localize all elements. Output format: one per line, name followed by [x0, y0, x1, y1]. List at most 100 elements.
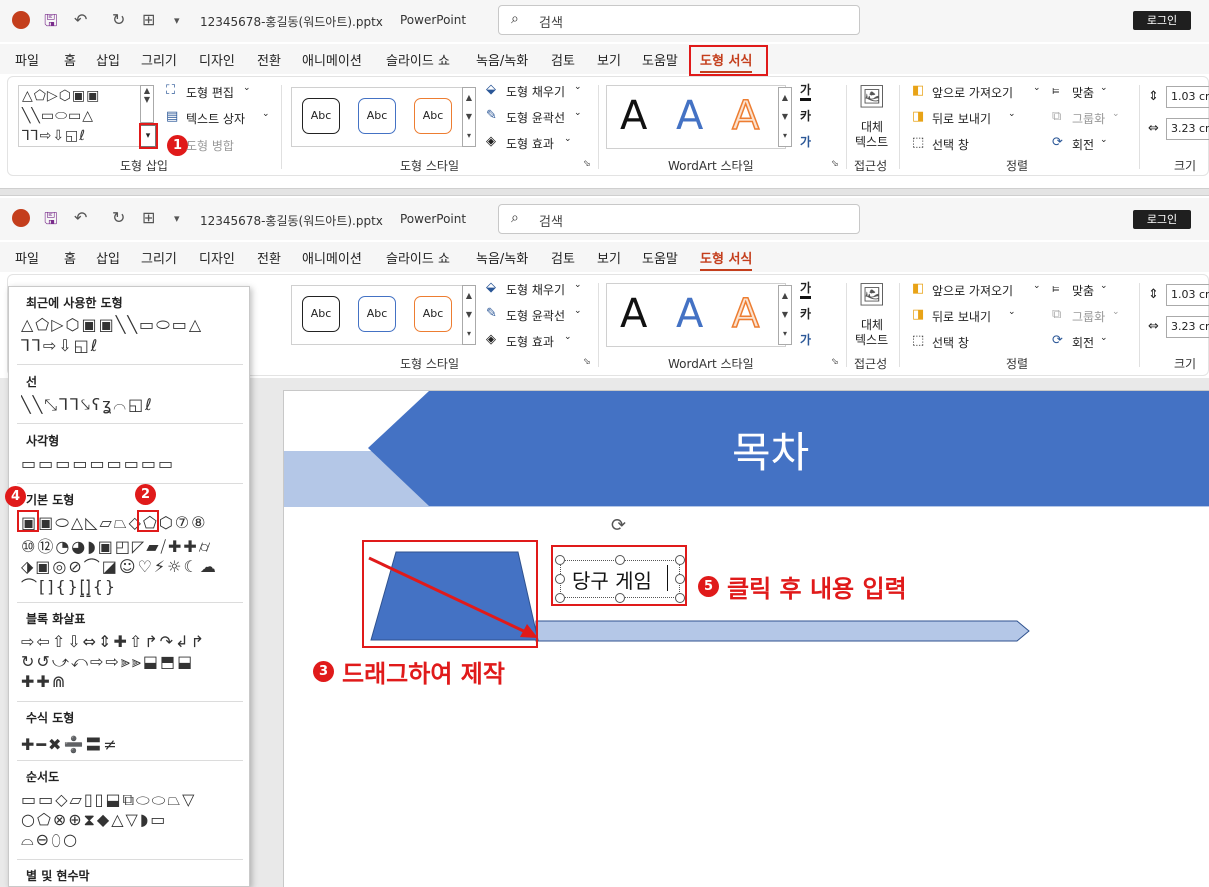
- send-backward-button[interactable]: 뒤로 보내기: [932, 110, 991, 127]
- wordart-orange[interactable]: A: [731, 290, 760, 338]
- shape-styles-scroll[interactable]: ▲ ▼ ▾: [462, 87, 476, 147]
- tab-help[interactable]: 도움말: [642, 50, 678, 69]
- undo-icon[interactable]: ↶: [74, 10, 87, 29]
- text-fill-icon[interactable]: 가: [800, 81, 812, 101]
- align-button[interactable]: 맞춤: [1072, 282, 1094, 299]
- shape-styles-scroll[interactable]: ▲ ▼ ▾: [462, 285, 476, 345]
- wordart-black[interactable]: A: [620, 93, 647, 139]
- save-icon[interactable]: 🖫: [44, 208, 58, 235]
- tab-shape-format[interactable]: 도형 서식: [700, 248, 753, 271]
- shapes-row-flowchart-1[interactable]: ▭▭◇▱▯▯⬓⧉⬭⬭⏢▽: [21, 790, 251, 810]
- style-sample-orange[interactable]: Abc: [414, 98, 452, 134]
- rotate-button[interactable]: 회전: [1072, 334, 1094, 351]
- tab-review[interactable]: 검토: [551, 50, 575, 69]
- wordart-scroll[interactable]: ▲ ▼ ▾: [778, 285, 792, 345]
- undo-icon[interactable]: ↶: [74, 208, 87, 227]
- redo-icon[interactable]: ↻: [112, 10, 125, 29]
- wordart-black[interactable]: A: [620, 291, 647, 337]
- style-sample-orange[interactable]: Abc: [414, 296, 452, 332]
- presentation-icon[interactable]: ⊞: [142, 10, 155, 29]
- width-input[interactable]: 3.23 cm: [1166, 316, 1209, 338]
- text-outline-icon[interactable]: 카: [800, 305, 811, 322]
- shapes-gallery-scroll[interactable]: ▲ ▼: [140, 85, 154, 123]
- shape-fill-button[interactable]: 도형 채우기: [506, 83, 565, 100]
- slide-title[interactable]: 목차: [732, 419, 809, 480]
- shapes-row-recent-2[interactable]: ⅂⅂⇨⇩◱ℓ: [21, 336, 251, 355]
- customize-qa-icon[interactable]: ▾: [174, 14, 180, 27]
- text-effects-icon[interactable]: 가: [800, 331, 811, 348]
- tab-animations[interactable]: 애니메이션: [302, 248, 362, 267]
- tab-slideshow[interactable]: 슬라이드 쇼: [386, 50, 450, 69]
- wordart-blue[interactable]: A: [676, 93, 703, 139]
- shapes-row-recent-1[interactable]: △⬠▷⬡▣▣╲╲▭⬭▭△: [21, 315, 251, 335]
- width-input[interactable]: 3.23 cm: [1166, 118, 1209, 140]
- style-sample-black[interactable]: Abc: [302, 296, 340, 332]
- style-sample-black[interactable]: Abc: [302, 98, 340, 134]
- shapes-row-flowchart-2[interactable]: ○⬠⊗⊕⧗◆△▽◗▭: [21, 810, 251, 830]
- tab-slideshow[interactable]: 슬라이드 쇼: [386, 248, 450, 267]
- shape-outline-button[interactable]: 도형 윤곽선: [506, 307, 565, 324]
- shape-fill-button[interactable]: 도형 채우기: [506, 281, 565, 298]
- tab-draw[interactable]: 그리기: [141, 248, 177, 267]
- shapes-row-basic-4[interactable]: ⌒[]{}⦋⦌{}: [21, 573, 251, 597]
- shapes-row-basic-1[interactable]: ▣▣⬭△◺▱⏢◇⬠⬡⑦⑧: [21, 513, 251, 533]
- height-input[interactable]: 1.03 cm: [1166, 86, 1209, 108]
- rotate-handle-icon[interactable]: ⟳: [611, 515, 626, 536]
- tab-transitions[interactable]: 전환: [257, 248, 281, 267]
- dialog-launcher-icon[interactable]: ⬂: [583, 159, 591, 169]
- text-box-button[interactable]: 텍스트 상자: [186, 110, 245, 127]
- align-button[interactable]: 맞춤: [1072, 84, 1094, 101]
- tab-home[interactable]: 홈: [64, 50, 76, 69]
- text-outline-icon[interactable]: 카: [800, 107, 811, 124]
- tab-recording[interactable]: 녹음/녹화: [476, 248, 528, 267]
- shapes-gallery[interactable]: △⬠▷⬡▣▣ ╲╲▭⬭▭△ ⅂⅂⇨⇩◱ℓ: [18, 85, 148, 147]
- search-input[interactable]: ⌕ 검색: [498, 204, 860, 234]
- shape-outline-button[interactable]: 도형 윤곽선: [506, 109, 565, 126]
- alt-text-button-line2[interactable]: 텍스트: [855, 133, 888, 150]
- style-sample-blue[interactable]: Abc: [358, 98, 396, 134]
- alt-text-button-line2[interactable]: 텍스트: [855, 331, 888, 348]
- tab-design[interactable]: 디자인: [199, 248, 235, 267]
- shape-effects-button[interactable]: 도형 효과: [506, 135, 554, 152]
- tab-transitions[interactable]: 전환: [257, 50, 281, 69]
- dialog-launcher-icon[interactable]: ⬂: [831, 159, 839, 169]
- shapes-row-arrows-1[interactable]: ⇨⇦⇧⇩⇔⇕✚⇧↱↷↲↱: [21, 632, 251, 651]
- tab-view[interactable]: 보기: [597, 50, 621, 69]
- tab-review[interactable]: 검토: [551, 248, 575, 267]
- shapes-row-rectangles[interactable]: ▭▭▭▭▭▭▭▭▭: [21, 454, 251, 473]
- shapes-row-lines[interactable]: ╲╲⤡⅂⅂⤥ʕʓ⌒◱ℓ: [21, 395, 251, 415]
- login-button[interactable]: 로그인: [1133, 210, 1191, 229]
- login-button[interactable]: 로그인: [1133, 11, 1191, 30]
- dialog-launcher-icon[interactable]: ⬂: [831, 357, 839, 367]
- bring-forward-button[interactable]: 앞으로 가져오기: [932, 84, 1013, 101]
- selection-pane-button[interactable]: 선택 창: [932, 334, 969, 351]
- wordart-scroll[interactable]: ▲ ▼ ▾: [778, 87, 792, 147]
- send-backward-button[interactable]: 뒤로 보내기: [932, 308, 991, 325]
- shapes-row-flowchart-3[interactable]: ⌓⊖⬯○: [21, 830, 251, 850]
- tab-design[interactable]: 디자인: [199, 50, 235, 69]
- dialog-launcher-icon[interactable]: ⬂: [583, 357, 591, 367]
- tab-animations[interactable]: 애니메이션: [302, 50, 362, 69]
- search-input[interactable]: ⌕ 검색: [498, 5, 860, 35]
- shapes-row-arrows-3[interactable]: ✚✚⋒: [21, 672, 251, 691]
- style-sample-blue[interactable]: Abc: [358, 296, 396, 332]
- tab-file[interactable]: 파일: [15, 248, 39, 267]
- shape-effects-button[interactable]: 도형 효과: [506, 333, 554, 350]
- save-icon[interactable]: 🖫: [44, 10, 58, 37]
- tab-file[interactable]: 파일: [15, 50, 39, 69]
- wordart-orange[interactable]: A: [731, 92, 760, 140]
- tab-recording[interactable]: 녹음/녹화: [476, 50, 528, 69]
- tab-insert[interactable]: 삽입: [96, 248, 120, 267]
- shapes-row-equation[interactable]: ✚━✖➗〓≠: [21, 731, 251, 755]
- customize-qa-icon[interactable]: ▾: [174, 212, 180, 225]
- rotate-button[interactable]: 회전: [1072, 136, 1094, 153]
- height-input[interactable]: 1.03 cm: [1166, 284, 1209, 306]
- shapes-row-arrows-2[interactable]: ↻↺⤻⤺⇨⇨⫸⫸⬓⬒⬓: [21, 652, 251, 672]
- tab-draw[interactable]: 그리기: [141, 50, 177, 69]
- tab-insert[interactable]: 삽입: [96, 50, 120, 69]
- tab-help[interactable]: 도움말: [642, 248, 678, 267]
- presentation-icon[interactable]: ⊞: [142, 208, 155, 227]
- text-effects-icon[interactable]: 가: [800, 133, 811, 150]
- text-fill-icon[interactable]: 가: [800, 279, 812, 299]
- wordart-blue[interactable]: A: [676, 291, 703, 337]
